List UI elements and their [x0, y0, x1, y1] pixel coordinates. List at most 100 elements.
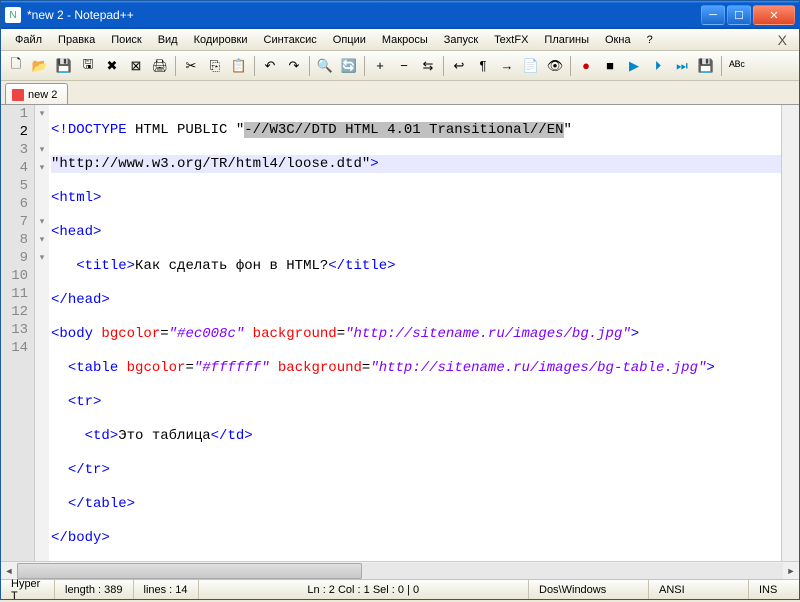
- menu-view[interactable]: Вид: [150, 32, 186, 48]
- hscroll-thumb[interactable]: [17, 563, 362, 579]
- code-line[interactable]: </tr>: [51, 461, 797, 479]
- menu-options[interactable]: Опции: [325, 32, 374, 48]
- line-number[interactable]: 12: [1, 303, 28, 321]
- toolbar-separator: [721, 56, 722, 76]
- open-icon[interactable]: 📂: [29, 55, 51, 77]
- indent-icon[interactable]: →: [496, 55, 518, 77]
- stop-icon[interactable]: ■: [599, 55, 621, 77]
- play-multi-icon[interactable]: ⏵: [647, 55, 669, 77]
- allchars-icon[interactable]: ¶: [472, 55, 494, 77]
- fold-toggle[interactable]: ▾: [35, 159, 49, 177]
- fold-toggle[interactable]: [35, 267, 49, 285]
- code-line[interactable]: <!DOCTYPE HTML PUBLIC "-//W3C//DTD HTML …: [51, 121, 797, 139]
- line-number[interactable]: 8: [1, 231, 28, 249]
- fold-toggle[interactable]: ▾: [35, 249, 49, 267]
- horizontal-scrollbar[interactable]: ◄ ►: [1, 561, 799, 579]
- fold-toggle[interactable]: [35, 339, 49, 357]
- line-number[interactable]: 9: [1, 249, 28, 267]
- maximize-button[interactable]: ☐: [727, 5, 751, 25]
- menu-windows[interactable]: Окна: [597, 32, 639, 48]
- fold-toggle[interactable]: ▾: [35, 231, 49, 249]
- menu-search[interactable]: Поиск: [103, 32, 149, 48]
- new-icon[interactable]: 🗋: [5, 55, 27, 77]
- fold-toggle[interactable]: [35, 195, 49, 213]
- find-icon[interactable]: 🔍: [314, 55, 336, 77]
- menu-file[interactable]: Файл: [7, 32, 50, 48]
- line-number[interactable]: 3: [1, 141, 28, 159]
- titlebar[interactable]: N *new 2 - Notepad++ ─ ☐ ✕: [1, 1, 799, 29]
- code-line[interactable]: </body>: [51, 529, 797, 547]
- fold-toggle[interactable]: [35, 177, 49, 195]
- code-editor[interactable]: <!DOCTYPE HTML PUBLIC "-//W3C//DTD HTML …: [49, 105, 799, 561]
- redo-icon[interactable]: ↷: [283, 55, 305, 77]
- code-line[interactable]: </head>: [51, 291, 797, 309]
- fold-gutter[interactable]: ▾ ▾ ▾ ▾ ▾ ▾: [35, 105, 49, 561]
- fold-toggle[interactable]: ▾: [35, 105, 49, 123]
- play-all-icon[interactable]: ⏭: [671, 55, 693, 77]
- menu-close-doc[interactable]: X: [772, 32, 793, 48]
- line-number[interactable]: 5: [1, 177, 28, 195]
- fold-toggle[interactable]: [35, 285, 49, 303]
- line-number[interactable]: 4: [1, 159, 28, 177]
- code-line[interactable]: <html>: [51, 189, 797, 207]
- code-line[interactable]: "http://www.w3.org/TR/html4/loose.dtd">: [51, 155, 797, 173]
- wrap-icon[interactable]: ↩: [448, 55, 470, 77]
- print-icon[interactable]: 🖨: [149, 55, 171, 77]
- menu-syntax[interactable]: Синтаксис: [256, 32, 325, 48]
- line-number[interactable]: 7: [1, 213, 28, 231]
- paste-icon[interactable]: 📋: [228, 55, 250, 77]
- fold-toggle[interactable]: [35, 321, 49, 339]
- code-line[interactable]: <title>Как сделать фон в HTML?</title>: [51, 257, 797, 275]
- code-line[interactable]: <table bgcolor="#ffffff" background="htt…: [51, 359, 797, 377]
- line-number[interactable]: 10: [1, 267, 28, 285]
- cut-icon[interactable]: ✂: [180, 55, 202, 77]
- line-number-gutter[interactable]: 1 2 3 4 5 6 7 8 9 10 11 12 13 14: [1, 105, 35, 561]
- hscroll-track[interactable]: [17, 563, 783, 579]
- line-number[interactable]: 2: [1, 123, 28, 141]
- menu-run[interactable]: Запуск: [436, 32, 486, 48]
- menu-macros[interactable]: Макросы: [374, 32, 436, 48]
- spellcheck-icon[interactable]: ᴬᴮᶜ: [726, 55, 748, 77]
- toolbar-separator: [254, 56, 255, 76]
- close-doc-icon[interactable]: ✖: [101, 55, 123, 77]
- code-line[interactable]: <td>Это таблица</td>: [51, 427, 797, 445]
- zoomin-icon[interactable]: +: [369, 55, 391, 77]
- fold-toggle[interactable]: [35, 123, 49, 141]
- fold-toggle[interactable]: ▾: [35, 213, 49, 231]
- line-number[interactable]: 13: [1, 321, 28, 339]
- menu-help[interactable]: ?: [639, 32, 661, 48]
- menu-textfx[interactable]: TextFX: [486, 32, 536, 48]
- scroll-right-arrow-icon[interactable]: ►: [783, 563, 799, 579]
- replace-icon[interactable]: 🔄: [338, 55, 360, 77]
- menu-edit[interactable]: Правка: [50, 32, 103, 48]
- menu-encoding[interactable]: Кодировки: [186, 32, 256, 48]
- line-number[interactable]: 11: [1, 285, 28, 303]
- save-icon[interactable]: 💾: [53, 55, 75, 77]
- save-macro-icon[interactable]: 💾: [695, 55, 717, 77]
- monitor-icon[interactable]: 👁: [544, 55, 566, 77]
- minimize-button[interactable]: ─: [701, 5, 725, 25]
- code-line[interactable]: <head>: [51, 223, 797, 241]
- saveall-icon[interactable]: 🖫: [77, 55, 99, 77]
- menu-plugins[interactable]: Плагины: [536, 32, 597, 48]
- line-number[interactable]: 6: [1, 195, 28, 213]
- document-tab[interactable]: new 2: [5, 83, 68, 104]
- code-line[interactable]: <body bgcolor="#ec008c" background="http…: [51, 325, 797, 343]
- fold-toggle[interactable]: [35, 303, 49, 321]
- line-number[interactable]: 14: [1, 339, 28, 357]
- close-button[interactable]: ✕: [753, 5, 795, 25]
- lang-icon[interactable]: 📄: [520, 55, 542, 77]
- fold-toggle[interactable]: ▾: [35, 141, 49, 159]
- record-icon[interactable]: ●: [575, 55, 597, 77]
- sync-icon[interactable]: ⇆: [417, 55, 439, 77]
- play-icon[interactable]: ▶: [623, 55, 645, 77]
- code-line[interactable]: <tr>: [51, 393, 797, 411]
- scroll-left-arrow-icon[interactable]: ◄: [1, 563, 17, 579]
- closeall-icon[interactable]: ⊠: [125, 55, 147, 77]
- line-number[interactable]: 1: [1, 105, 28, 123]
- zoomout-icon[interactable]: −: [393, 55, 415, 77]
- copy-icon[interactable]: ⎘: [204, 55, 226, 77]
- code-line[interactable]: </table>: [51, 495, 797, 513]
- vertical-scrollbar[interactable]: [781, 105, 799, 561]
- undo-icon[interactable]: ↶: [259, 55, 281, 77]
